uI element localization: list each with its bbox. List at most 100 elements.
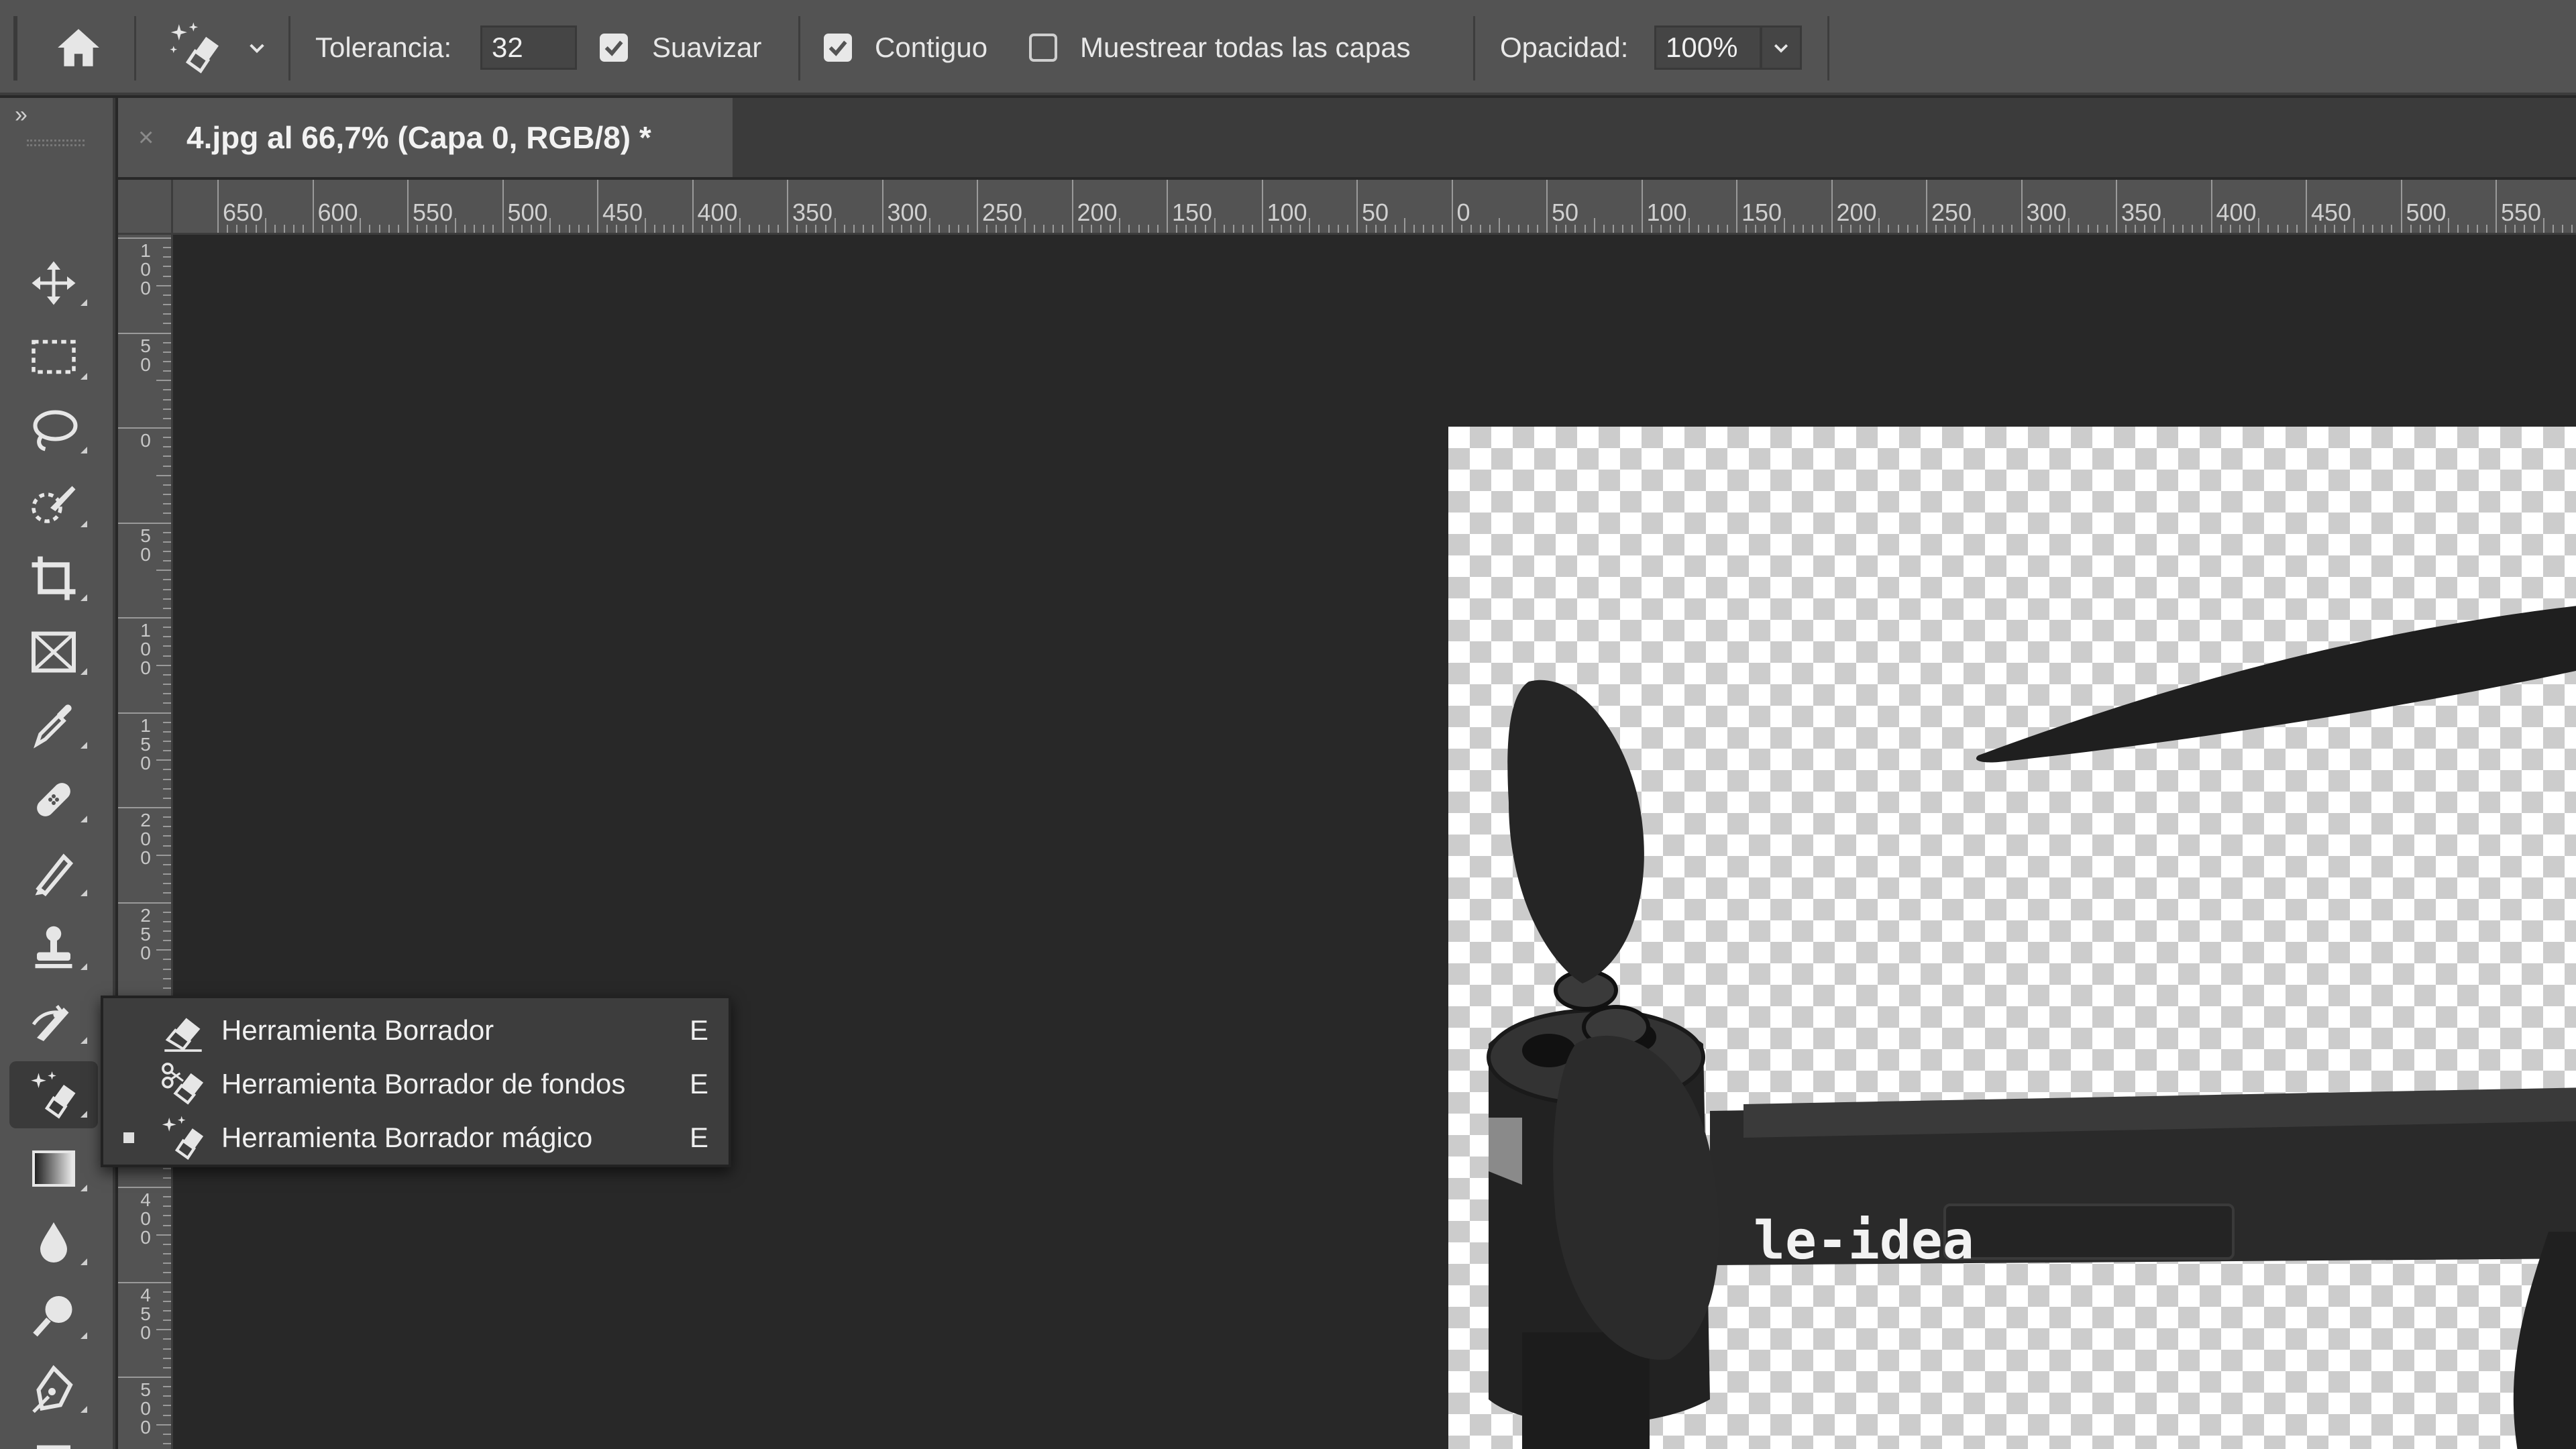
eyedropper-tool[interactable]	[9, 692, 98, 759]
type-tool[interactable]	[9, 1430, 98, 1449]
blur-tool[interactable]	[9, 1209, 98, 1276]
ruler-tick	[118, 427, 171, 429]
ruler-label: 150	[1172, 199, 1213, 226]
eraser-tool[interactable]	[9, 1061, 98, 1128]
ruler-minor-tick	[163, 1309, 171, 1311]
ruler-minor-tick	[1888, 225, 1890, 233]
frame-tool[interactable]	[9, 619, 98, 686]
ruler-minor-tick	[1613, 225, 1615, 233]
ruler-minor-tick	[2381, 225, 2383, 233]
flyout-item-eraser[interactable]: Herramienta Borrador E	[103, 1004, 729, 1057]
document-canvas[interactable]: le-idea	[1448, 427, 2576, 1449]
ruler-tick	[881, 180, 883, 233]
ruler-minor-tick	[156, 759, 171, 761]
flyout-item-shortcut: E	[689, 1014, 708, 1046]
ruler-minor-tick	[378, 225, 380, 233]
ruler-minor-tick	[1062, 225, 1064, 233]
rectangular-marquee-tool[interactable]	[9, 323, 98, 390]
home-button[interactable]	[48, 0, 109, 95]
ruler-minor-tick	[2353, 218, 2355, 233]
ruler-tick	[407, 180, 409, 233]
ruler-minor-tick	[163, 1196, 171, 1198]
ruler-minor-tick	[1536, 225, 1538, 233]
ruler-minor-tick	[156, 854, 171, 856]
ruler-minor-tick	[2571, 225, 2573, 233]
ruler-tick	[1451, 180, 1453, 233]
lasso-tool[interactable]	[9, 397, 98, 464]
expand-toolbar-button[interactable]: »	[15, 102, 28, 128]
sample-all-layers-checkbox[interactable]	[1029, 0, 1057, 95]
close-tab-button[interactable]: ×	[138, 123, 154, 153]
antialias-checkbox[interactable]	[600, 0, 628, 95]
ruler-minor-tick	[559, 225, 561, 233]
healing-brush-tool[interactable]	[9, 766, 98, 833]
magic-eraser-icon	[170, 22, 219, 74]
vertical-ruler[interactable]: 10050050100150200250300350400450500	[118, 235, 173, 1449]
document-tab-strip: × 4.jpg al 66,7% (Capa 0, RGB/8) *	[118, 98, 2576, 177]
ruler-minor-tick	[156, 284, 171, 286]
toolbar-grip[interactable]	[27, 140, 85, 146]
ruler-minor-tick	[2192, 225, 2194, 233]
document-tab[interactable]: × 4.jpg al 66,7% (Capa 0, RGB/8) *	[118, 98, 733, 177]
opacity-dropdown[interactable]	[1760, 25, 1802, 70]
gradient-tool[interactable]	[9, 1135, 98, 1202]
ruler-minor-tick	[163, 323, 171, 325]
sample-all-layers-checkbox-box[interactable]	[1029, 34, 1057, 62]
crop-tool[interactable]	[9, 545, 98, 612]
ruler-origin[interactable]	[118, 180, 173, 235]
flyout-item-background-eraser[interactable]: Herramienta Borrador de fondos E	[103, 1057, 729, 1111]
flyout-item-magic-eraser[interactable]: Herramienta Borrador mágico E	[103, 1111, 729, 1165]
contiguous-checkbox-box[interactable]	[824, 34, 852, 62]
ruler-minor-tick	[163, 684, 171, 686]
ruler-minor-tick	[758, 225, 760, 233]
canvas-area[interactable]: le-idea	[175, 237, 2576, 1449]
ruler-label: 200	[1836, 199, 1877, 226]
brush-tool[interactable]	[9, 840, 98, 907]
ruler-minor-tick	[163, 351, 171, 353]
clone-stamp-tool[interactable]	[9, 914, 98, 981]
horizontal-ruler[interactable]: 650 600 550 500 450 400 350 300 250 200 150 100 50 0 5…	[118, 180, 2576, 235]
toolbar: »	[0, 98, 115, 1449]
antialias-checkbox-box[interactable]	[600, 34, 628, 62]
ruler-tick	[118, 332, 171, 334]
ruler-minor-tick	[1603, 225, 1605, 233]
ruler-label: 350	[2121, 199, 2162, 226]
tolerance-label-text: Tolerancia:	[315, 32, 452, 63]
ruler-minor-tick	[163, 550, 171, 552]
ruler-minor-tick	[163, 1366, 171, 1368]
ruler-minor-tick	[1157, 225, 1159, 233]
tool-preset-dropdown[interactable]	[241, 0, 272, 95]
opacity-input[interactable]: 100%	[1654, 25, 1762, 70]
sample-all-layers-label: Muestrear todas las capas	[1080, 0, 1411, 95]
ruler-minor-tick	[1584, 225, 1586, 233]
ruler-tick	[312, 180, 314, 233]
ruler-minor-tick	[163, 341, 171, 343]
pen-tool[interactable]	[9, 1356, 98, 1424]
ruler-minor-tick	[1024, 218, 1026, 233]
ruler-minor-tick	[2562, 225, 2564, 233]
history-brush-icon	[32, 1005, 69, 1041]
brand-text: le-idea	[1754, 1211, 1974, 1271]
ruler-minor-tick	[163, 987, 171, 989]
ruler-tick	[787, 180, 788, 233]
history-brush-tool[interactable]	[9, 987, 98, 1055]
ruler-label: 150	[1741, 199, 1782, 226]
magic-eraser-icon	[162, 1116, 204, 1161]
contiguous-checkbox[interactable]	[824, 0, 852, 95]
tolerance-input[interactable]: 32	[480, 25, 577, 70]
ruler-minor-tick	[1992, 225, 1994, 233]
ruler-label: 250	[140, 904, 151, 963]
ruler-minor-tick	[1432, 225, 1434, 233]
ruler-minor-tick	[1593, 218, 1595, 233]
ruler-tick	[1926, 180, 1927, 233]
move-tool[interactable]	[9, 250, 98, 317]
quick-selection-tool[interactable]	[9, 471, 98, 538]
separator	[1473, 16, 1475, 80]
flyout-item-label: Herramienta Borrador mágico	[221, 1122, 593, 1153]
tool-preset-picker[interactable]	[158, 0, 232, 95]
ruler-minor-tick	[1223, 225, 1225, 233]
ruler-label: 300	[887, 199, 928, 226]
ruler-minor-tick	[2286, 225, 2288, 233]
ruler-minor-tick	[163, 1414, 171, 1416]
dodge-tool[interactable]	[9, 1283, 98, 1350]
